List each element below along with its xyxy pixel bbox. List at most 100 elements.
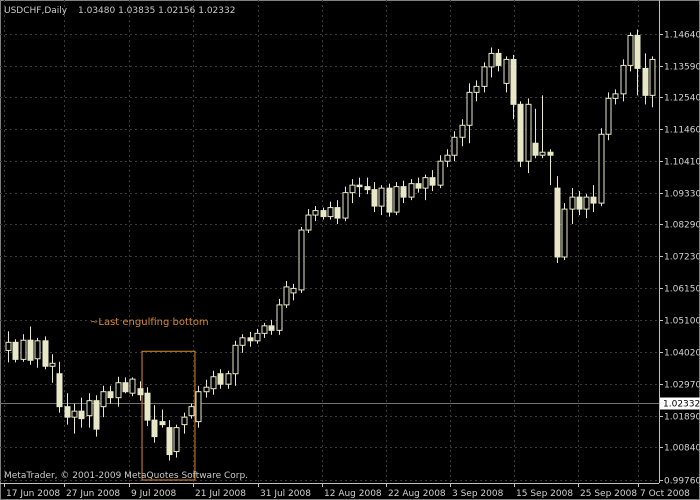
candle[interactable]: [532, 108, 539, 159]
candle[interactable]: [239, 334, 246, 353]
candle[interactable]: [49, 354, 56, 383]
candle[interactable]: [100, 385, 107, 418]
candle[interactable]: [129, 377, 136, 397]
candle[interactable]: [181, 412, 188, 434]
candle[interactable]: [166, 420, 173, 461]
candle[interactable]: [539, 95, 546, 159]
candle[interactable]: [173, 424, 180, 458]
candle[interactable]: [122, 377, 129, 394]
candle[interactable]: [422, 174, 429, 201]
candle[interactable]: [232, 340, 239, 386]
candle[interactable]: [298, 227, 305, 293]
candle[interactable]: [503, 56, 510, 93]
candle[interactable]: [444, 149, 451, 168]
chart-frame: [0, 0, 700, 500]
candle[interactable]: [283, 280, 290, 308]
candle[interactable]: [27, 326, 34, 365]
candle[interactable]: [12, 339, 19, 363]
candle[interactable]: [620, 59, 627, 102]
candle[interactable]: [488, 47, 495, 78]
x-tick-label: 15 Sep 2008: [516, 489, 573, 499]
candle[interactable]: [144, 387, 151, 427]
candle[interactable]: [473, 80, 480, 102]
candle[interactable]: [93, 395, 100, 437]
candle[interactable]: [42, 336, 49, 370]
candle-body-bull: [100, 391, 107, 408]
candle[interactable]: [261, 322, 268, 338]
candle[interactable]: [393, 182, 400, 216]
candle[interactable]: [71, 403, 78, 434]
candle[interactable]: [305, 209, 312, 234]
candle-body-bull: [254, 332, 261, 342]
candle[interactable]: [151, 405, 158, 443]
candle[interactable]: [408, 179, 415, 201]
candle[interactable]: [554, 176, 561, 263]
candle[interactable]: [466, 83, 473, 144]
candle[interactable]: [590, 185, 597, 213]
candle[interactable]: [634, 29, 641, 96]
candle[interactable]: [400, 180, 407, 204]
candle-body-bull: [86, 400, 93, 417]
candle[interactable]: [5, 331, 12, 363]
candle-layer[interactable]: [5, 29, 656, 461]
candle[interactable]: [276, 298, 283, 335]
y-tick-label: 1.04020: [664, 349, 700, 359]
candle[interactable]: [86, 393, 93, 428]
candle[interactable]: [481, 62, 488, 93]
candle[interactable]: [203, 379, 210, 398]
chart-header-ohlc: 1.03480 1.03835 1.02156 1.02332: [78, 6, 235, 16]
candle[interactable]: [495, 48, 502, 72]
candle[interactable]: [517, 101, 524, 168]
candle[interactable]: [210, 370, 217, 395]
candle[interactable]: [437, 155, 444, 189]
candle[interactable]: [34, 337, 41, 368]
candle[interactable]: [349, 179, 356, 204]
chart-window[interactable]: 1.14640 1.13590 1.12540 1.11460 1.10410 1.093…: [0, 0, 700, 500]
candle-body-bull: [283, 286, 290, 306]
candle-body-bear: [576, 196, 583, 210]
candle[interactable]: [268, 319, 275, 335]
candle[interactable]: [561, 203, 568, 260]
candle[interactable]: [195, 385, 202, 428]
candle[interactable]: [107, 385, 114, 404]
candle[interactable]: [78, 397, 85, 428]
candle[interactable]: [20, 334, 27, 362]
candle[interactable]: [334, 200, 341, 225]
candle[interactable]: [159, 409, 166, 428]
candle-body-bull: [5, 341, 12, 351]
candle[interactable]: [583, 194, 590, 219]
candle[interactable]: [451, 131, 458, 162]
candle[interactable]: [459, 119, 466, 147]
candle[interactable]: [510, 54, 517, 120]
candle[interactable]: [642, 53, 649, 105]
candle[interactable]: [605, 92, 612, 141]
candle[interactable]: [612, 89, 619, 105]
candle[interactable]: [378, 185, 385, 216]
candle[interactable]: [327, 201, 334, 220]
candle[interactable]: [290, 283, 297, 301]
candle[interactable]: [627, 32, 634, 72]
candle[interactable]: [342, 186, 349, 222]
candle[interactable]: [598, 128, 605, 207]
candle[interactable]: [415, 177, 422, 193]
candle[interactable]: [225, 370, 232, 389]
candle[interactable]: [247, 331, 254, 347]
candle[interactable]: [356, 177, 363, 198]
candle[interactable]: [320, 207, 327, 220]
candle[interactable]: [649, 56, 656, 108]
candle[interactable]: [576, 191, 583, 216]
candle[interactable]: [386, 183, 393, 217]
candle-body-bull: [276, 304, 283, 331]
price-chart[interactable]: 1.14640 1.13590 1.12540 1.11460 1.10410 1.093…: [0, 0, 700, 500]
candle[interactable]: [115, 376, 122, 407]
candle[interactable]: [64, 393, 71, 425]
candle[interactable]: [371, 182, 378, 213]
candle[interactable]: [254, 328, 261, 344]
candle[interactable]: [217, 369, 224, 389]
candle-body-bull: [393, 186, 400, 213]
candle[interactable]: [364, 177, 371, 195]
candle[interactable]: [56, 361, 63, 413]
candle[interactable]: [312, 206, 319, 222]
candle[interactable]: [429, 170, 436, 192]
candle[interactable]: [547, 149, 554, 186]
